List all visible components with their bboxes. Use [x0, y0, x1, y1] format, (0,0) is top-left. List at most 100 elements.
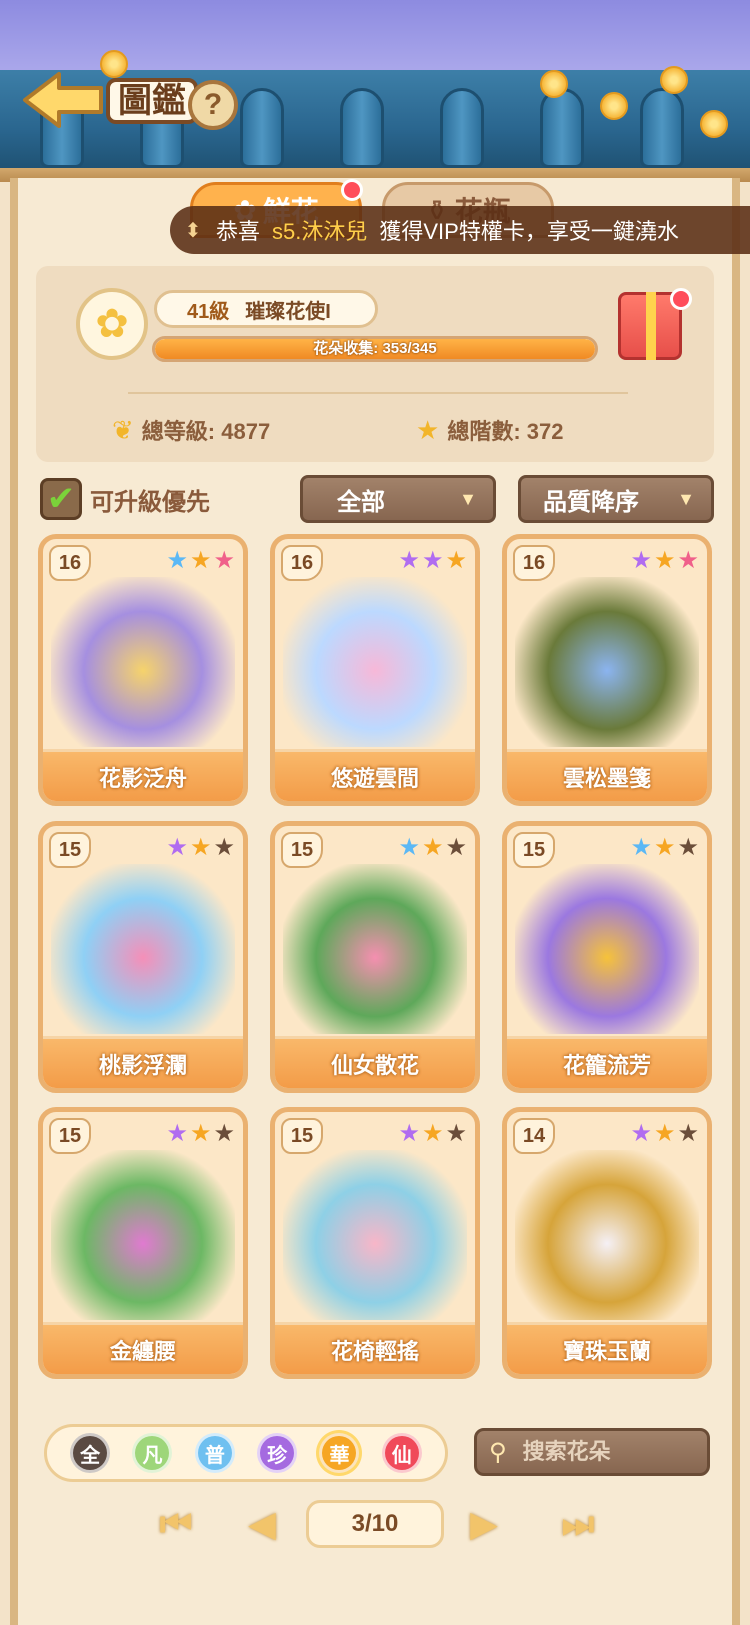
star-icon: ★ [677, 834, 699, 861]
blossom-decoration [700, 110, 728, 138]
card-name: 仙女散花 [275, 1036, 475, 1088]
checkmark-icon: ✔ [46, 480, 76, 518]
card-level-badge: 15 [513, 832, 555, 868]
flower-artwork [51, 1150, 235, 1320]
card-name: 寶珠玉蘭 [507, 1322, 707, 1374]
announcement-banner: ⬍ 恭喜 s5.沐沐兒 獲得VIP特權卡，享受一鍵澆水 [170, 206, 750, 254]
flower-artwork [51, 864, 235, 1034]
upgrade-first-label: 可升級優先 [90, 488, 210, 516]
star-icon: ★ [630, 547, 652, 574]
chevron-down-icon: ▼ [677, 488, 695, 509]
star-rating: ★ ★ ★ [630, 549, 699, 573]
flower-card[interactable]: 14 ★ ★ ★ 寶珠玉蘭 [502, 1107, 712, 1379]
search-box[interactable]: ⚲ [474, 1428, 710, 1476]
star-icon: ★ [445, 547, 467, 574]
blossom-decoration [540, 70, 568, 98]
card-name: 雲松墨箋 [507, 749, 707, 801]
total-stars-label: 總階數: 372 [447, 419, 564, 444]
rarity-filter-button[interactable]: 珍 [257, 1433, 298, 1473]
star-icon: ★ [166, 834, 188, 861]
back-arrow-icon [23, 72, 103, 128]
flower-artwork [515, 1150, 699, 1320]
flower-card[interactable]: 16 ★ ★ ★ 花影泛舟 [38, 534, 248, 806]
flower-artwork [51, 577, 235, 747]
star-icon: ★ [653, 547, 676, 574]
flower-card[interactable]: 15 ★ ★ ★ 仙女散花 [270, 821, 480, 1093]
star-icon: ★ [189, 1120, 212, 1147]
sort-value: 品質降序 [543, 488, 639, 516]
page-title: 圖鑑 [106, 78, 198, 124]
prev-page-button[interactable]: ◀ [232, 1498, 292, 1550]
flower-emblem-icon: ✿ [76, 288, 148, 360]
star-icon: ★ [189, 834, 212, 861]
announcement-player: s5.沐沐兒 [272, 219, 368, 244]
first-page-button[interactable]: ⏮ [146, 1498, 206, 1550]
announcement-message: 獲得VIP特權卡，享受一鍵澆水 [379, 219, 679, 244]
star-icon: ★ [653, 1120, 676, 1147]
rarity-filter-button[interactable]: 華 [319, 1433, 360, 1473]
star-icon: ★ [421, 1120, 444, 1147]
flower-card[interactable]: 16 ★ ★ ★ 雲松墨箋 [502, 534, 712, 806]
divider [128, 392, 628, 394]
star-icon: ★ [421, 834, 444, 861]
flower-card[interactable]: 15 ★ ★ ★ 金纏腰 [38, 1107, 248, 1379]
star-icon: ★ [630, 834, 652, 861]
star-icon: ★ [677, 547, 699, 574]
card-level-badge: 16 [513, 545, 555, 581]
card-level-badge: 16 [281, 545, 323, 581]
rank-title: 璀璨花使I [245, 300, 331, 323]
search-input[interactable] [522, 1439, 673, 1465]
total-level-label: 總等級: 4877 [141, 419, 271, 444]
category-dropdown[interactable]: 全部 ▼ [300, 475, 496, 523]
rarity-filter-button[interactable]: 凡 [132, 1433, 173, 1473]
star-icon: ★ [416, 414, 440, 445]
star-icon: ★ [166, 547, 188, 574]
category-value: 全部 [337, 488, 385, 516]
announcement-arrows-icon: ⬍ [184, 219, 202, 242]
rarity-filter-button[interactable]: 全 [70, 1433, 111, 1473]
card-level-badge: 16 [49, 545, 91, 581]
card-level-badge: 14 [513, 1118, 555, 1154]
star-icon: ★ [445, 834, 467, 861]
star-icon: ★ [213, 547, 235, 574]
collection-progress-text: 花朵收集: 353/345 [313, 340, 437, 357]
card-level-badge: 15 [49, 1118, 91, 1154]
rarity-filter-button[interactable]: 仙 [381, 1433, 422, 1473]
back-button[interactable] [18, 68, 110, 132]
flower-card[interactable]: 15 ★ ★ ★ 花椅輕搖 [270, 1107, 480, 1379]
star-icon: ★ [398, 547, 420, 574]
card-name: 花椅輕搖 [275, 1322, 475, 1374]
total-level-stat: ❦ 總等級: 4877 [112, 410, 270, 450]
star-rating: ★ ★ ★ [630, 836, 699, 860]
star-icon: ★ [213, 834, 235, 861]
search-icon: ⚲ [489, 1438, 507, 1466]
help-button[interactable]: ? [188, 80, 238, 130]
flower-artwork [283, 577, 467, 747]
star-rating: ★ ★ ★ [398, 549, 467, 573]
flower-card[interactable]: 15 ★ ★ ★ 花籠流芳 [502, 821, 712, 1093]
sprout-icon: ❦ [112, 414, 134, 445]
checkbox[interactable]: ✔ [40, 478, 82, 520]
card-level-badge: 15 [281, 1118, 323, 1154]
star-icon: ★ [213, 1120, 235, 1147]
rarity-filter-button[interactable]: 普 [194, 1433, 235, 1473]
star-icon: ★ [677, 1120, 699, 1147]
star-icon: ★ [398, 834, 420, 861]
sort-dropdown[interactable]: 品質降序 ▼ [518, 475, 714, 523]
flower-card[interactable]: 15 ★ ★ ★ 桃影浮瀾 [38, 821, 248, 1093]
level-plate: 41級 璀璨花使I [154, 290, 378, 328]
last-page-button[interactable]: ⏭ [548, 1498, 608, 1550]
next-page-button[interactable]: ▶ [454, 1498, 514, 1550]
card-name: 悠遊雲間 [275, 749, 475, 801]
star-rating: ★ ★ ★ [398, 836, 467, 860]
star-rating: ★ ★ ★ [166, 1122, 235, 1146]
total-stars-stat: ★ 總階數: 372 [416, 410, 563, 450]
star-icon: ★ [189, 547, 212, 574]
notification-dot [341, 179, 363, 201]
flower-card[interactable]: 16 ★ ★ ★ 悠遊雲間 [270, 534, 480, 806]
chevron-down-icon: ▼ [459, 488, 477, 509]
card-name: 花影泛舟 [43, 749, 243, 801]
star-icon: ★ [166, 1120, 188, 1147]
player-level: 41級 [187, 300, 230, 323]
upgrade-first-toggle[interactable]: ✔ 可升級優先 [40, 478, 210, 520]
